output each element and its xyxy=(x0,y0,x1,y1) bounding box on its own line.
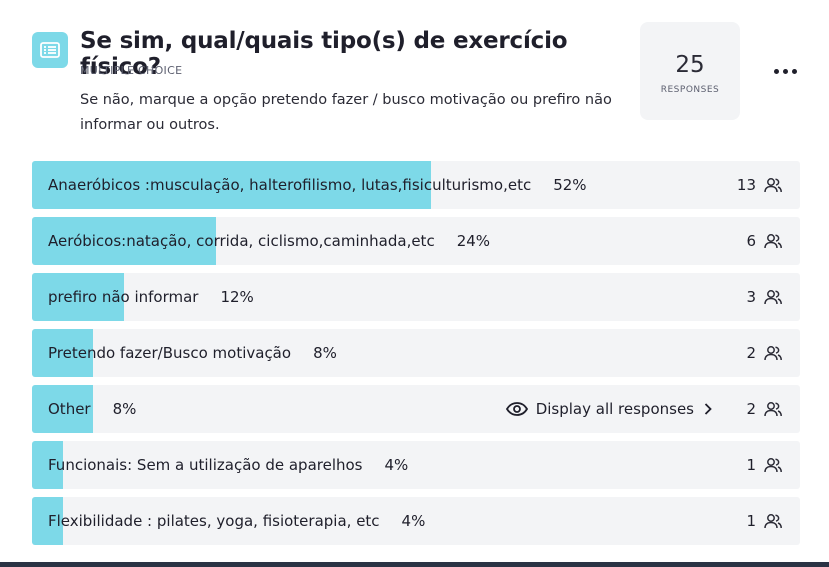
option-row-content: prefiro não informar 12% 3 xyxy=(48,273,782,321)
option-row[interactable]: Other 8% Display all responses 2 xyxy=(32,385,800,433)
option-row[interactable]: Anaeróbicos :musculação, halterofilismo,… xyxy=(32,161,800,209)
option-label: Other xyxy=(48,400,91,418)
option-count: 13 xyxy=(736,176,756,194)
option-row[interactable]: Funcionais: Sem a utilização de aparelho… xyxy=(32,441,800,489)
option-label: Anaeróbicos :musculação, halterofilismo,… xyxy=(48,176,532,194)
chevron-right-icon xyxy=(704,403,712,415)
more-dots-icon[interactable] xyxy=(765,56,805,86)
people-icon xyxy=(764,457,782,473)
option-count: 3 xyxy=(746,288,756,306)
option-count: 1 xyxy=(746,512,756,530)
responses-label: RESPONSES xyxy=(660,85,720,95)
people-icon xyxy=(764,177,782,193)
option-row-content: Anaeróbicos :musculação, halterofilismo,… xyxy=(48,161,782,209)
option-count: 2 xyxy=(746,400,756,418)
option-row-content: Pretendo fazer/Busco motivação 8% 2 xyxy=(48,329,782,377)
option-percent: 8% xyxy=(313,344,337,362)
option-count: 1 xyxy=(746,456,756,474)
option-label: Flexibilidade : pilates, yoga, fisiotera… xyxy=(48,512,380,530)
question-description: Se não, marque a opção pretendo fazer / … xyxy=(80,92,612,133)
option-row-content: Funcionais: Sem a utilização de aparelho… xyxy=(48,441,782,489)
eye-icon xyxy=(505,402,528,416)
option-label: Funcionais: Sem a utilização de aparelho… xyxy=(48,456,363,474)
option-row-content: Aeróbicos:natação, corrida, ciclismo,cam… xyxy=(48,217,782,265)
display-all-responses-button[interactable]: Display all responses xyxy=(505,400,712,418)
display-all-label: Display all responses xyxy=(535,400,694,418)
responses-count: 25 xyxy=(675,52,705,78)
question-type-label: MULTIPLE CHOICE xyxy=(80,64,183,77)
option-row[interactable]: Pretendo fazer/Busco motivação 8% 2 xyxy=(32,329,800,377)
option-row-content: Other 8% Display all responses 2 xyxy=(48,385,782,433)
option-percent: 4% xyxy=(384,456,409,474)
people-icon xyxy=(764,289,782,305)
people-icon xyxy=(764,401,782,417)
option-count: 6 xyxy=(746,232,756,250)
option-label: Pretendo fazer/Busco motivação xyxy=(48,344,292,362)
option-count: 2 xyxy=(746,344,756,362)
option-row-content: Flexibilidade : pilates, yoga, fisiotera… xyxy=(48,497,782,545)
responses-count-box: 25 RESPONSES xyxy=(640,22,740,120)
people-icon xyxy=(764,513,782,529)
people-icon xyxy=(764,345,782,361)
option-percent: 24% xyxy=(456,232,491,250)
option-percent: 52% xyxy=(553,176,587,194)
option-percent: 8% xyxy=(112,400,137,418)
people-icon xyxy=(764,233,782,249)
option-row[interactable]: prefiro não informar 12% 3 xyxy=(32,273,800,321)
option-percent: 4% xyxy=(401,512,426,530)
option-row[interactable]: Flexibilidade : pilates, yoga, fisiotera… xyxy=(32,497,800,545)
option-label: Aeróbicos:natação, corrida, ciclismo,cam… xyxy=(48,232,435,250)
bottom-divider xyxy=(0,562,829,567)
options-list: Anaeróbicos :musculação, halterofilismo,… xyxy=(32,161,800,553)
question-card: Se sim, qual/quais tipo(s) de exercício … xyxy=(8,0,821,560)
option-label: prefiro não informar xyxy=(48,288,199,306)
multiple-choice-icon xyxy=(32,32,68,68)
option-percent: 12% xyxy=(220,288,254,306)
option-row[interactable]: Aeróbicos:natação, corrida, ciclismo,cam… xyxy=(32,217,800,265)
